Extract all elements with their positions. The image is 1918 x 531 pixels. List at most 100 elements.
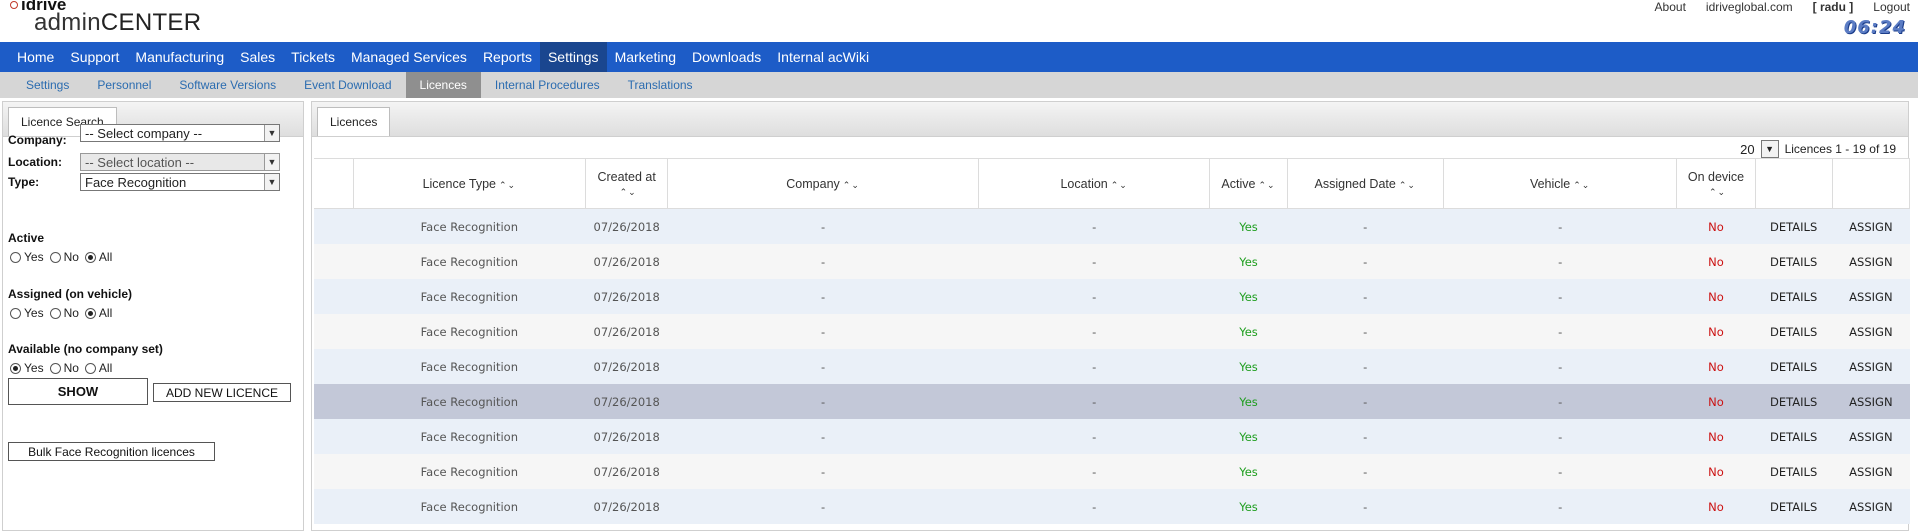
active-yes-radio[interactable]: [10, 251, 21, 263]
nav-item-reports[interactable]: Reports: [475, 42, 540, 72]
column-header-location[interactable]: Location ⌃⌄: [978, 158, 1211, 209]
type-select[interactable]: Face Recognition ▼: [80, 173, 280, 191]
column-header-on-device[interactable]: On device ⌃⌄: [1676, 158, 1756, 209]
subnav-item-personnel[interactable]: Personnel: [83, 72, 165, 98]
column-header-label: Active: [1221, 176, 1256, 191]
sort-icon[interactable]: ⌃⌄: [843, 180, 860, 190]
assign-link[interactable]: ASSIGN: [1832, 314, 1910, 349]
table-row[interactable]: Face Recognition 07/26/2018- - Yes - - No DETAI…: [314, 244, 1910, 279]
about-link[interactable]: About: [1655, 0, 1686, 14]
nav-item-home[interactable]: Home: [9, 42, 62, 72]
assign-link[interactable]: ASSIGN: [1832, 489, 1910, 524]
nav-item-internal-acwiki[interactable]: Internal acWiki: [769, 42, 877, 72]
assigned-all-radio[interactable]: [84, 307, 96, 319]
cell-licence-type: Face Recognition: [353, 314, 586, 349]
cell-assigned-date: -: [1287, 314, 1444, 349]
active-all-radio[interactable]: [84, 251, 96, 263]
sort-icon[interactable]: ⌃⌄: [1709, 187, 1726, 197]
available-yes-radio[interactable]: [10, 362, 21, 374]
assigned-all-label: All: [98, 306, 113, 320]
cell-active: Yes: [1209, 279, 1288, 314]
nav-item-sales[interactable]: Sales: [232, 42, 283, 72]
table-row[interactable]: Face Recognition 07/26/2018- - Yes - - No DETAI…: [314, 489, 1910, 524]
table-row[interactable]: Face Recognition 07/26/2018- - Yes - - No DETAI…: [314, 279, 1910, 314]
column-header-label: Location: [1060, 176, 1108, 191]
assign-link[interactable]: ASSIGN: [1832, 279, 1910, 314]
details-link[interactable]: DETAILS: [1755, 349, 1833, 384]
cell-assigned-date: -: [1287, 489, 1444, 524]
cell-vehicle: -: [1443, 349, 1677, 384]
subnav-item-event-download[interactable]: Event Download: [290, 72, 405, 98]
nav-item-manufacturing[interactable]: Manufacturing: [127, 42, 232, 72]
nav-item-managed-services[interactable]: Managed Services: [343, 42, 475, 72]
cell-on-device: No: [1676, 208, 1756, 244]
bulk-face-recognition-button[interactable]: Bulk Face Recognition licences: [8, 442, 215, 461]
sort-icon[interactable]: ⌃⌄: [1258, 180, 1275, 190]
available-no-radio[interactable]: [49, 362, 61, 374]
details-link[interactable]: DETAILS: [1755, 314, 1833, 349]
logo[interactable]: idrive adminCENTER: [10, 0, 201, 37]
nav-item-downloads[interactable]: Downloads: [684, 42, 769, 72]
assign-link[interactable]: ASSIGN: [1832, 384, 1910, 419]
assign-link[interactable]: ASSIGN: [1832, 208, 1910, 244]
table-row[interactable]: Face Recognition 07/26/2018- - Yes - - No DETAI…: [314, 208, 1910, 244]
location-select[interactable]: -- Select location -- ▼: [80, 153, 280, 171]
add-new-licence-button[interactable]: ADD NEW LICENCE: [153, 383, 291, 402]
table-row[interactable]: Face Recognition 07/26/2018- - Yes - - No DETAI…: [314, 454, 1910, 489]
nav-item-tickets[interactable]: Tickets: [283, 42, 343, 72]
details-link[interactable]: DETAILS: [1755, 279, 1833, 314]
tab-licences[interactable]: Licences: [317, 107, 391, 136]
column-header-created-at[interactable]: Created at ⌃⌄: [585, 158, 669, 209]
user-link[interactable]: [ radu ]: [1813, 0, 1854, 14]
column-header-vehicle[interactable]: Vehicle ⌃⌄: [1443, 158, 1678, 209]
column-header-assigned-date[interactable]: Assigned Date ⌃⌄: [1287, 158, 1444, 209]
cell-company: -: [667, 454, 979, 489]
sort-icon[interactable]: ⌃⌄: [1111, 180, 1128, 190]
nav-item-support[interactable]: Support: [62, 42, 127, 72]
available-all-radio[interactable]: [84, 362, 96, 374]
subnav-item-translations[interactable]: Translations: [614, 72, 707, 98]
details-link[interactable]: DETAILS: [1755, 419, 1833, 454]
cell-created-at: 07/26/2018: [585, 349, 668, 384]
cell-on-device: No: [1676, 454, 1756, 489]
assign-link[interactable]: ASSIGN: [1832, 454, 1910, 489]
type-select-value: Face Recognition: [85, 174, 187, 190]
page-size-dropdown[interactable]: ▼: [1760, 140, 1779, 158]
sort-icon[interactable]: ⌃⌄: [1399, 180, 1416, 190]
cell-on-device: No: [1676, 419, 1756, 454]
subnav-item-settings[interactable]: Settings: [12, 72, 83, 98]
column-header-licence-type[interactable]: Licence Type ⌃⌄: [353, 158, 587, 209]
subnav-item-licences[interactable]: Licences: [405, 72, 481, 98]
assign-link[interactable]: ASSIGN: [1832, 349, 1910, 384]
assign-link[interactable]: ASSIGN: [1832, 244, 1910, 279]
sort-icon[interactable]: ⌃⌄: [620, 187, 637, 197]
active-no-radio[interactable]: [49, 251, 61, 263]
subnav-item-software-versions[interactable]: Software Versions: [165, 72, 290, 98]
column-header-active[interactable]: Active ⌃⌄: [1209, 158, 1288, 209]
table-row[interactable]: Face Recognition 07/26/2018- - Yes - - No DETAI…: [314, 384, 1910, 419]
cell-vehicle: -: [1443, 419, 1677, 454]
details-link[interactable]: DETAILS: [1755, 384, 1833, 419]
cell-vehicle: -: [1443, 314, 1677, 349]
subnav-item-internal-procedures[interactable]: Internal Procedures: [481, 72, 614, 98]
show-button[interactable]: SHOW: [8, 378, 148, 405]
active-radios: Yes No All: [8, 250, 116, 264]
assigned-no-radio[interactable]: [49, 307, 61, 319]
details-link[interactable]: DETAILS: [1755, 454, 1833, 489]
nav-item-settings[interactable]: Settings: [539, 42, 607, 72]
sort-icon[interactable]: ⌃⌄: [1573, 180, 1590, 190]
details-link[interactable]: DETAILS: [1755, 244, 1833, 279]
details-link[interactable]: DETAILS: [1755, 208, 1833, 244]
assigned-yes-radio[interactable]: [10, 307, 21, 319]
table-row[interactable]: Face Recognition 07/26/2018- - Yes - - No DETAI…: [314, 419, 1910, 454]
details-link[interactable]: DETAILS: [1755, 489, 1833, 524]
site-link[interactable]: idriveglobal.com: [1706, 0, 1793, 14]
column-header-company[interactable]: Company ⌃⌄: [667, 158, 979, 209]
sort-icon[interactable]: ⌃⌄: [499, 180, 516, 190]
nav-item-marketing[interactable]: Marketing: [607, 42, 684, 72]
logout-link[interactable]: Logout: [1873, 0, 1910, 14]
cell-vehicle: -: [1443, 489, 1677, 524]
table-row[interactable]: Face Recognition 07/26/2018- - Yes - - No DETAI…: [314, 349, 1910, 384]
assign-link[interactable]: ASSIGN: [1832, 419, 1910, 454]
table-row[interactable]: Face Recognition 07/26/2018- - Yes - - No DETAI…: [314, 314, 1910, 349]
